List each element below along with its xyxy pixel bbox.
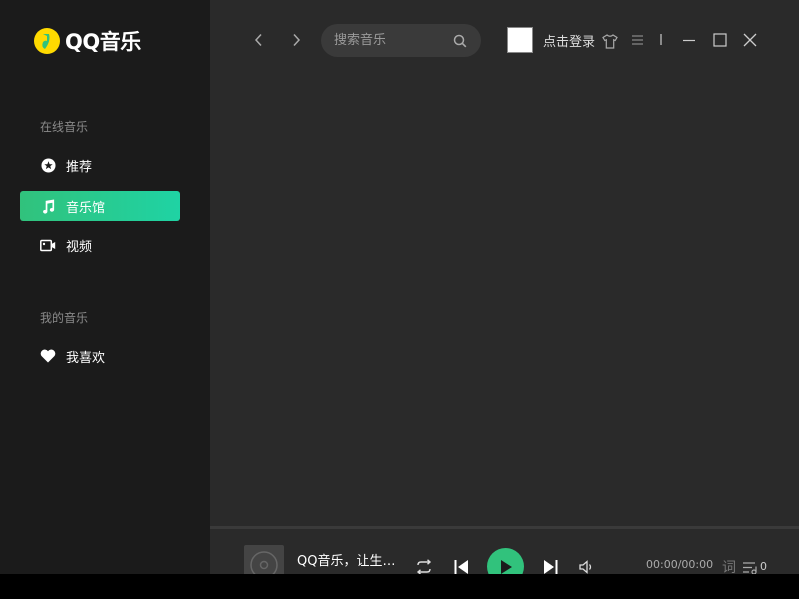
song-title[interactable]: QQ音乐，让生活充满音乐 [297,550,407,569]
search-icon[interactable] [452,33,468,49]
play-icon [500,559,512,574]
loop-mode-button[interactable] [414,557,434,574]
playlist-count: 0 [760,560,767,573]
tshirt-icon [602,33,618,49]
app-window: QQ音乐 在线音乐 推荐 音乐馆 视频 我的音乐 我喜欢 搜索音乐 点击登录 Q… [0,0,799,574]
app-logo[interactable]: QQ音乐 [33,26,141,56]
close-icon [743,33,757,47]
search-box [321,24,481,57]
player-bar: QQ音乐，让生活充满音乐 00:00/00:00 词 0 [210,526,799,574]
section-title-my-music: 我的音乐 [40,311,89,325]
playback-time: 00:00/00:00 [646,558,714,571]
sidebar-item-video[interactable]: 视频 [20,230,180,260]
volume-button[interactable] [577,557,597,574]
maximize-button[interactable] [711,31,729,49]
chevron-right-icon [293,33,301,47]
forward-button[interactable] [287,31,305,49]
mini-mode-button[interactable] [654,31,668,49]
playlist-button[interactable] [741,560,759,574]
close-button[interactable] [741,31,759,49]
sidebar-item-music-hall[interactable]: 音乐馆 [20,191,180,221]
section-title-online: 在线音乐 [40,120,89,134]
star-icon [40,157,56,173]
app-logo-text: QQ音乐 [65,30,141,54]
back-button[interactable] [250,31,268,49]
minimize-button[interactable] [680,31,698,49]
minimize-icon [683,39,695,42]
music-note-icon [40,198,56,214]
main-content [210,0,799,574]
sidebar-item-favorites[interactable]: 我喜欢 [20,341,180,371]
mini-mode-icon [660,34,662,45]
search-input[interactable] [334,24,449,57]
avatar[interactable] [507,27,533,53]
disc-icon [250,551,278,574]
playlist-icon [743,562,757,574]
sidebar-item-label: 我喜欢 [66,350,106,366]
sidebar-item-label: 视频 [66,239,93,255]
next-icon [544,560,558,574]
album-cover[interactable] [244,545,284,574]
loop-icon [416,559,432,574]
chevron-left-icon [254,33,262,47]
volume-icon [579,560,592,574]
sidebar-item-label: 推荐 [66,159,93,175]
maximize-icon [713,33,727,47]
lyrics-button[interactable]: 词 [722,557,736,574]
previous-icon [454,560,468,574]
sidebar-item-label: 音乐馆 [66,200,106,216]
sidebar-item-recommend[interactable]: 推荐 [20,150,180,180]
play-button[interactable] [487,548,524,574]
heart-icon [40,348,56,364]
skin-button[interactable] [601,32,619,50]
next-button[interactable] [540,556,562,574]
menu-button[interactable] [629,32,645,48]
video-icon [40,237,56,253]
previous-button[interactable] [450,556,472,574]
sidebar: QQ音乐 在线音乐 推荐 音乐馆 视频 我的音乐 我喜欢 [0,0,210,574]
menu-icon [631,35,643,45]
qq-music-logo-icon [34,28,60,54]
login-link[interactable]: 点击登录 [543,31,595,50]
